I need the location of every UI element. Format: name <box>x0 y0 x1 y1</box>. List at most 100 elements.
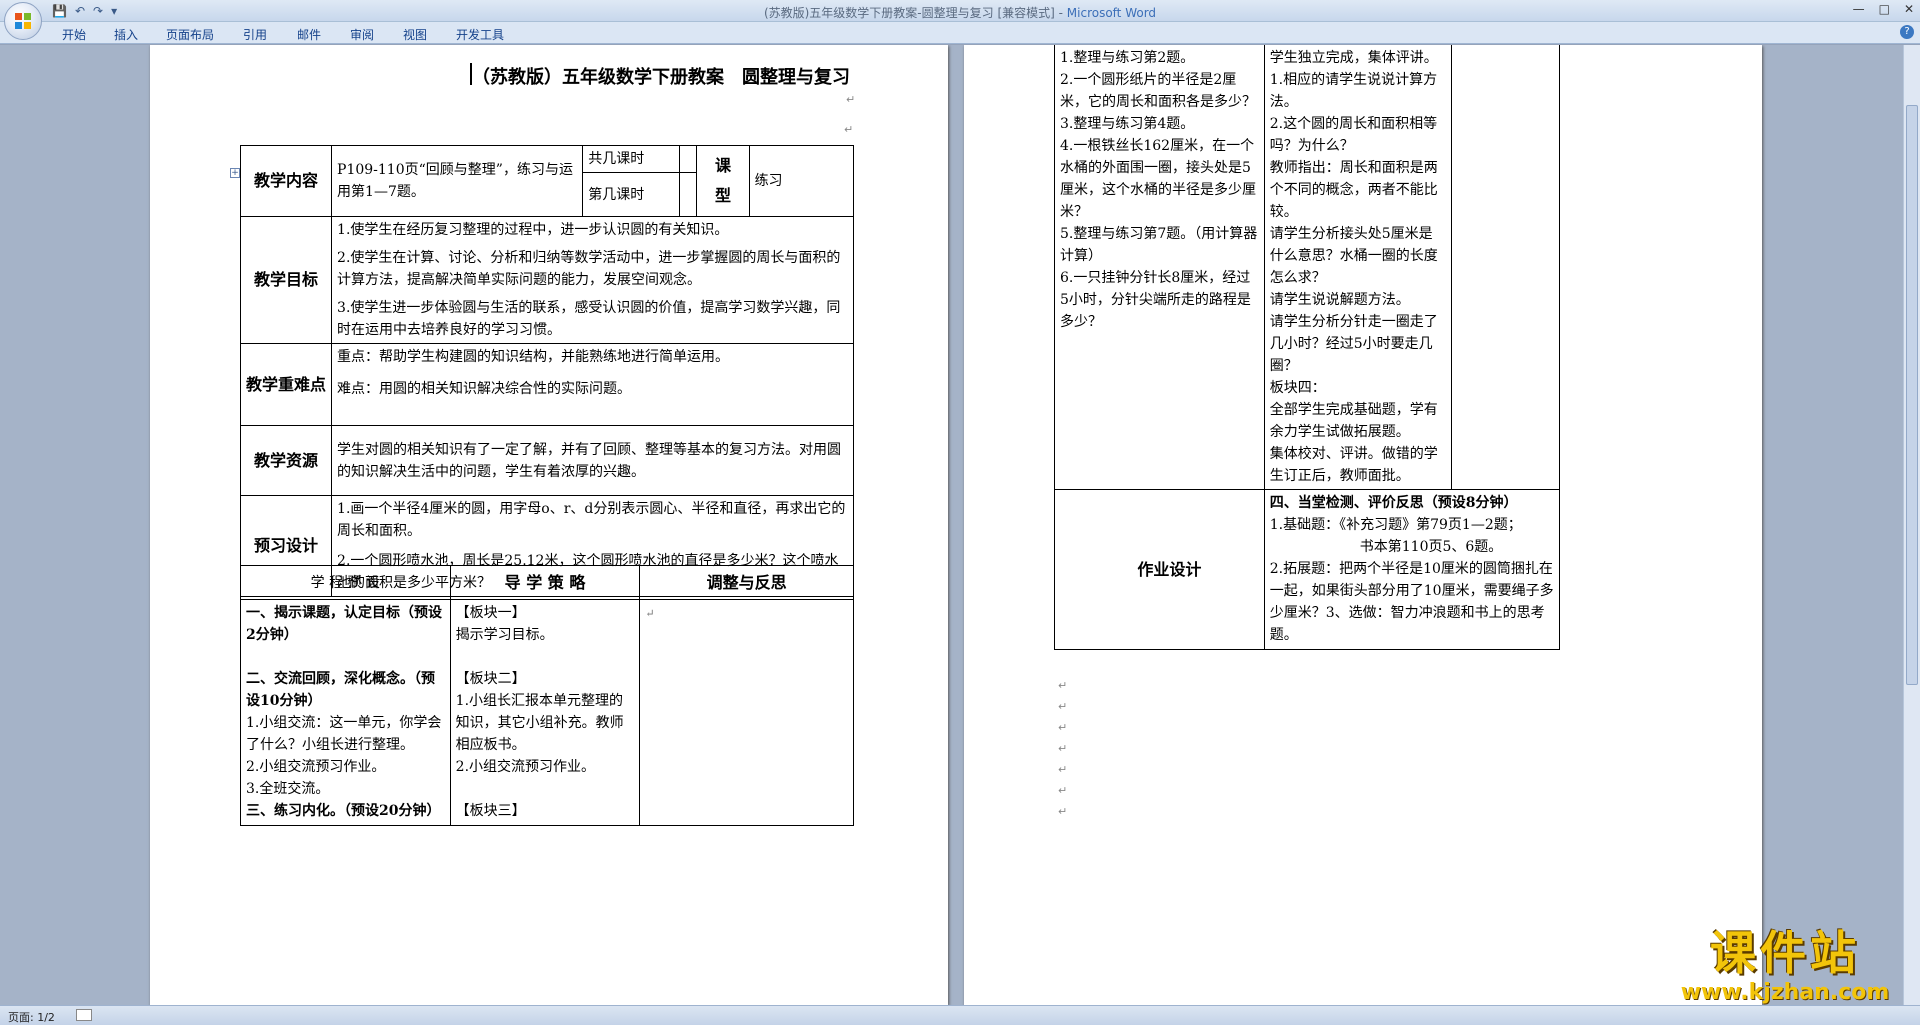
resources-cell[interactable]: 学生对圆的相关知识有了一定了解，并有了回顾、整理等基本的复习方法。对用圆的知识解… <box>331 425 854 496</box>
strategy-line: 【板块一】 <box>455 605 526 621</box>
strategy-line: 请学生分析分针走一圈走了几小时？经过5小时要走几圈？ <box>1269 314 1438 374</box>
homework-cell[interactable]: 四、当堂检测、评价反思（预设8分钟） 1.基础题：《补充习题》第79页1—2题；… <box>1263 489 1561 650</box>
key-points-label: 教学重难点 <box>239 343 333 426</box>
process-line: 4.一根铁丝长162厘米，在一个水桶的外面围一圈，接头处是5厘米，这个水桶的半径… <box>1060 138 1256 220</box>
col-header-strategy: 导 学 策 略 <box>449 565 641 600</box>
process-line: 3.全班交流。 <box>246 781 330 797</box>
office-logo-icon <box>15 13 31 29</box>
strategy-cell[interactable]: 学生独立完成，集体评讲。 1.相应的请学生说说计算方法。 2.这个圆的周长和面积… <box>1263 45 1453 490</box>
lesson-type-value[interactable]: 练习 <box>748 145 855 217</box>
total-hours-label: 共几课时 <box>582 145 681 173</box>
strategy-line: 学生独立完成，集体评讲。 <box>1269 50 1438 66</box>
objectives-cell[interactable]: 1.使学生在经历复习整理的过程中，进一步认识圆的有关知识。 2.使学生在计算、讨… <box>331 216 854 344</box>
homework-label: 作业设计 <box>1054 489 1265 650</box>
process-line: 三、练习内化。（预设20分钟） <box>246 803 441 819</box>
vertical-scrollbar[interactable] <box>1903 45 1920 1005</box>
key-points-cell[interactable]: 重点：帮助学生构建圆的知识结构，并能熟练地进行简单运用。 难点：用圆的相关知识解… <box>331 343 854 426</box>
paragraph-mark: ↵ <box>1058 721 1068 734</box>
strategy-line: 1.小组长汇报本单元整理的知识，其它小组补充。教师相应板书。 <box>455 693 624 753</box>
objective-item: 1.使学生在经历复习整理的过程中，进一步认识圆的有关知识。 <box>337 222 729 238</box>
homework-line: 1.基础题：《补充习题》第79页1—2题； <box>1269 517 1522 533</box>
paragraph-mark: ↵ <box>1058 805 1068 818</box>
title-bar: 💾 ↶ ↷ ▾ (苏教版)五年级数学下册教案-圆整理与复习 [兼容模式] - M… <box>0 0 1920 22</box>
lesson-header-table: 教学内容 P109-110页“回顾与整理”，练习与运用第1—7题。 共几课时 课… <box>239 145 855 597</box>
key-point-item: 重点：帮助学生构建圆的知识结构，并能熟练地进行简单运用。 <box>337 349 730 365</box>
page-indicator[interactable]: 页面: 1/2 <box>8 1009 55 1025</box>
tab-view[interactable]: 视图 <box>403 26 427 43</box>
process-line: 6.一只挂钟分针长8厘米，经过5小时，分针尖端所走的路程是多少？ <box>1060 270 1251 330</box>
page-2: 1.整理与练习第2题。 2.一个圆形纸片的半径是2厘米，它的周长和面积各是多少？… <box>964 45 1762 1005</box>
strategy-line: 揭示学习目标。 <box>455 627 554 643</box>
content-value[interactable]: P109-110页“回顾与整理”，练习与运用第1—7题。 <box>331 145 584 217</box>
strategy-line <box>456 778 635 800</box>
window-controls: — □ ✕ <box>1853 2 1914 16</box>
preview-item: 1.画一个半径4厘米的圆，用字母o、r、d分别表示圆心、半径和直径，再求出它的周… <box>337 501 846 539</box>
strategy-line: 请学生分析接头处5厘米是什么意思？水桶一圈的长度怎么求？ <box>1269 226 1438 286</box>
strategy-cell[interactable]: 【板块一】 揭示学习目标。 【板块二】 1.小组长汇报本单元整理的知识，其它小组… <box>449 599 641 826</box>
cell-mark: ↵ <box>645 607 655 620</box>
process-cell[interactable]: 一、揭示课题，认定目标（预设2分钟） 二、交流回顾，深化概念。（预设10分钟） … <box>240 599 451 826</box>
office-button[interactable] <box>4 2 42 40</box>
strategy-line: 2.小组交流预习作业。 <box>455 759 596 775</box>
strategy-line: 板块四： <box>1269 380 1326 396</box>
objective-item: 2.使学生在计算、讨论、分析和归纳等数学活动中，进一步掌握圆的周长与面积的计算方… <box>337 250 841 288</box>
strategy-line: 2.这个圆的周长和面积相等吗？为什么？ <box>1269 116 1438 154</box>
lesson-process-continued-table: 1.整理与练习第2题。 2.一个圆形纸片的半径是2厘米，它的周长和面积各是多少？… <box>1054 45 1561 650</box>
tab-insert[interactable]: 插入 <box>114 26 138 43</box>
process-line: 5.整理与练习第7题。（用计算器计算） <box>1060 226 1258 264</box>
strategy-line: 教师指出：周长和面积是两个不同的概念，两者不能比较。 <box>1269 160 1438 220</box>
homework-line: 四、当堂检测、评价反思（预设8分钟） <box>1269 495 1518 511</box>
content-label: 教学内容 <box>239 145 333 217</box>
document-workspace: （苏教版）五年级数学下册教案 圆整理与复习 ↵ ↵ + 教学内容 P109-11… <box>0 45 1903 1005</box>
table-move-handle[interactable]: + <box>230 168 240 178</box>
process-line: 1.小组交流：这一单元，你学会了什么？小组长进行整理。 <box>246 715 442 753</box>
minimize-icon[interactable]: — <box>1853 2 1865 16</box>
document-name: (苏教版)五年级数学下册教案-圆整理与复习 [兼容模式] - <box>763 6 1067 20</box>
strategy-line <box>456 646 635 668</box>
lesson-process-table: 学 程 预 设 导 学 策 略 调整与反思 一、揭示课题，认定目标（预设2分钟）… <box>240 565 854 826</box>
tab-page-layout[interactable]: 页面布局 <box>166 26 214 43</box>
tab-home[interactable]: 开始 <box>62 26 86 43</box>
process-line: 二、交流回顾，深化概念。（预设10分钟） <box>246 671 435 709</box>
process-line: 3.整理与练习第4题。 <box>1060 116 1195 132</box>
paragraph-mark: ↵ <box>844 123 854 136</box>
paragraph-mark: ↵ <box>1058 763 1068 776</box>
strategy-line: 全部学生完成基础题，学有余力学生试做拓展题。 <box>1269 402 1438 440</box>
reflection-cell[interactable] <box>1451 45 1560 490</box>
ribbon-tabs: 开始 插入 页面布局 引用 邮件 审阅 视图 开发工具 ? <box>0 22 1920 44</box>
strategy-line: 集体校对、评讲。做错的学生订正后，教师面批。 <box>1269 446 1438 484</box>
which-hour-value[interactable] <box>679 172 698 217</box>
reflection-cell[interactable]: ↵ <box>639 599 854 826</box>
tab-review[interactable]: 审阅 <box>350 26 374 43</box>
proofing-icon[interactable] <box>76 1009 92 1021</box>
watermark-brand: 课件站 <box>1710 926 1860 980</box>
tab-mailings[interactable]: 邮件 <box>297 26 321 43</box>
watermark-url: www.kjzhan.com <box>1680 980 1890 1005</box>
process-cell[interactable]: 1.整理与练习第2题。 2.一个圆形纸片的半径是2厘米，它的周长和面积各是多少？… <box>1054 45 1265 490</box>
window-title: (苏教版)五年级数学下册教案-圆整理与复习 [兼容模式] - Microsoft… <box>0 4 1920 21</box>
total-hours-value[interactable] <box>679 145 698 173</box>
col-header-reflection: 调整与反思 <box>639 565 854 600</box>
maximize-icon[interactable]: □ <box>1879 2 1890 16</box>
key-point-item: 难点：用圆的相关知识解决综合性的实际问题。 <box>337 381 632 397</box>
process-line: 一、揭示课题，认定目标（预设2分钟） <box>246 605 442 643</box>
process-line: 2.一个圆形纸片的半径是2厘米，它的周长和面积各是多少？ <box>1060 72 1256 110</box>
tab-developer[interactable]: 开发工具 <box>456 26 504 43</box>
strategy-line: 【板块三】 <box>455 803 526 819</box>
strategy-line: 1.相应的请学生说说计算方法。 <box>1269 72 1438 110</box>
which-hour-label: 第几课时 <box>582 172 681 217</box>
scrollbar-thumb[interactable] <box>1906 105 1918 685</box>
page-1: （苏教版）五年级数学下册教案 圆整理与复习 ↵ ↵ + 教学内容 P109-11… <box>150 45 948 1005</box>
paragraph-mark: ↵ <box>846 93 856 106</box>
close-icon[interactable]: ✕ <box>1904 2 1914 16</box>
col-header-process: 学 程 预 设 <box>240 565 451 600</box>
strategy-line: 【板块二】 <box>455 671 526 687</box>
app-name: Microsoft Word <box>1066 6 1157 20</box>
process-line: 1.整理与练习第2题。 <box>1060 50 1195 66</box>
document-title: （苏教版）五年级数学下册教案 圆整理与复习 <box>472 67 850 88</box>
tab-references[interactable]: 引用 <box>243 26 267 43</box>
paragraph-mark: ↵ <box>1058 700 1068 713</box>
paragraph-mark: ↵ <box>1058 742 1068 755</box>
help-icon[interactable]: ? <box>1900 25 1914 39</box>
lesson-type-label: 课 型 <box>696 145 750 217</box>
